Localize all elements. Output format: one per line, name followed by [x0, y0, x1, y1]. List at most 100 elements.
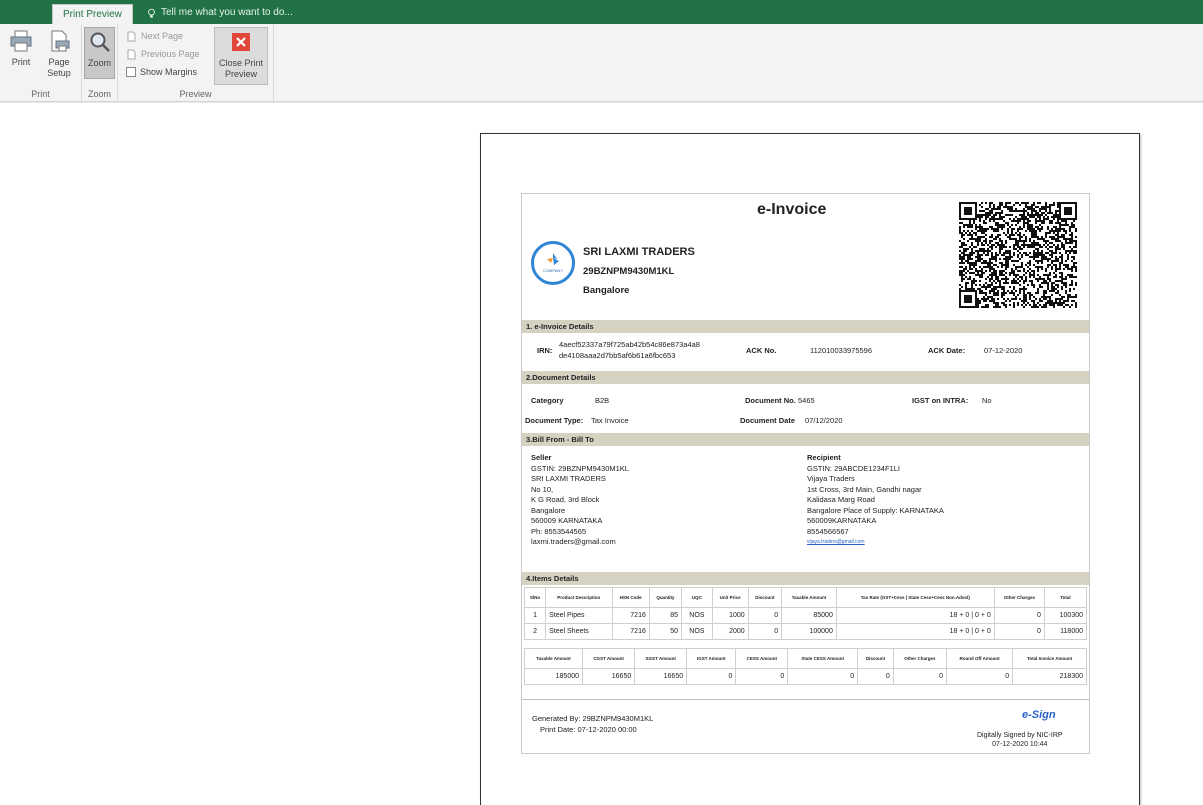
irn-label: IRN: [537, 346, 553, 355]
magnifier-icon [90, 32, 110, 52]
seller-line: No 10, [531, 484, 554, 494]
table-cell: 2000 [711, 623, 749, 640]
table-cell: Steel Pipes [545, 607, 613, 624]
next-page-icon [127, 31, 136, 41]
show-margins-checkbox[interactable]: Show Margins [126, 64, 197, 80]
esign-label: e-Sign [1022, 709, 1056, 721]
checkbox-icon [126, 67, 136, 77]
totals-column-header: Taxable Amount [524, 648, 583, 669]
signature-block: Digitally Signed by NIC-IRP 07-12-2020 1… [977, 731, 1063, 749]
recipient-line: 8554566567 [807, 526, 849, 536]
igst-on-intra-label: IGST on INTRA: [912, 396, 969, 405]
seller-line: Bangalore [531, 505, 566, 515]
table-cell: 18 + 0 | 0 + 0 [835, 623, 995, 640]
recipient-heading: Recipient [807, 453, 841, 462]
page-setup-button[interactable]: Page Setup [42, 27, 76, 79]
footer-divider [522, 699, 1089, 700]
ribbon-tab-bar: Print Preview Tell me what you want to d… [0, 0, 1203, 24]
document-type-label: Document Type: [525, 416, 584, 425]
e-invoice: e-Invoice COMPANY SRI LAXMI TRADERS 29BZ… [521, 193, 1090, 754]
ribbon: Print Page Setup Print Zoom Zoom Next Pa… [0, 24, 1203, 102]
section-document-details: 2.Document Details [522, 371, 1089, 384]
totals-column-header: CESS Amount [735, 648, 789, 669]
tell-me-text: Tell me what you want to do... [161, 7, 293, 18]
totals-cell: 0 [945, 668, 1014, 685]
tell-me-box[interactable]: Tell me what you want to do... [146, 4, 293, 22]
totals-cell: 0 [892, 668, 947, 685]
table-row: 2 Steel Sheets 7216 50 NOS 2000 0 100000 18 + 0 … [523, 623, 1088, 640]
section-items-details: 4.Items Details [522, 572, 1089, 585]
next-page-button[interactable]: Next Page [126, 28, 183, 44]
show-margins-label: Show Margins [140, 67, 198, 77]
table-cell: 100300 [1043, 607, 1088, 624]
table-cell: 85 [648, 607, 683, 624]
seller-line: 560009 KARNATAKA [531, 516, 603, 525]
zoom-label: Zoom [87, 58, 111, 68]
seller-line: laxmi.traders@gmail.com [531, 537, 616, 546]
table-cell: 0 [993, 607, 1045, 624]
recipient-line: 1st Cross, 3rd Main, Gandhi nagar [807, 484, 922, 494]
print-label: Print [11, 57, 31, 67]
table-cell: 2 [523, 623, 547, 640]
totals-row: 185000 16650 16650 0 0 0 0 0 0 218300 [524, 668, 1087, 685]
items-column-header: SlNo [523, 587, 547, 608]
totals-column-header: SGST Amount [634, 648, 688, 669]
items-column-header: Discount [747, 587, 783, 608]
totals-cell: 0 [735, 668, 789, 685]
table-cell: 85000 [781, 607, 837, 624]
section-bill-from-to: 3.Bill From - Bill To [522, 433, 1089, 446]
previous-page-icon [127, 49, 136, 59]
recipient-line: Bangalore Place of Supply: KARNATAKA [807, 505, 944, 515]
recipient-line: 560009KARNATAKA [807, 516, 877, 525]
group-print: Print Page Setup Print [0, 24, 82, 102]
previous-page-label: Previous Page [141, 49, 200, 59]
totals-table: Taxable Amount CGST Amount SGST Amount IGST… [524, 648, 1087, 685]
logo-text: COMPANY [543, 268, 563, 273]
irn-line-2: de4108aaa2d7bb5af6b61a6fbc653 [559, 351, 676, 360]
ack-no-label: ACK No. [746, 346, 777, 355]
print-button[interactable]: Print [6, 27, 36, 68]
totals-column-header: Other Charges [892, 648, 947, 669]
close-print-preview-button[interactable]: Close Print Preview [214, 27, 268, 85]
previous-page-button[interactable]: Previous Page [126, 46, 200, 62]
recipient-email-link[interactable]: vijaya.traders@gmail.com [807, 537, 944, 548]
zoom-button[interactable]: Zoom [84, 27, 115, 79]
items-column-header: HSN Code [611, 587, 650, 608]
table-cell: 18 + 0 | 0 + 0 [835, 607, 995, 624]
table-row: 1 Steel Pipes 7216 85 NOS 1000 0 85000 18 + 0 | … [523, 607, 1088, 624]
table-cell: 50 [648, 623, 683, 640]
company-city: Bangalore [583, 285, 630, 296]
table-cell: Steel Sheets [545, 623, 613, 640]
group-print-label: Print [31, 89, 50, 99]
items-column-header: Product Description [545, 587, 613, 608]
items-column-header: UQC [681, 587, 713, 608]
print-date: Print Date: 07-12-2020 00:00 [540, 725, 637, 734]
items-column-header: Total [1043, 587, 1088, 608]
close-icon [232, 33, 250, 51]
table-cell: NOS [681, 607, 713, 624]
group-zoom-label: Zoom [87, 89, 111, 99]
totals-cell: 218300 [1012, 668, 1087, 685]
company-logo: COMPANY [531, 241, 575, 285]
totals-cell: 16650 [581, 668, 636, 685]
page-setup-icon [51, 30, 70, 52]
totals-column-header: Discount [857, 648, 894, 669]
recipient-line: GSTIN: 29ABCDE1234F1LI [807, 463, 900, 473]
recipient-block: Recipient GSTIN: 29ABCDE1234F1LI Vijaya … [807, 453, 944, 548]
items-column-header: Other Charges [993, 587, 1045, 608]
table-cell: 0 [747, 607, 783, 624]
seller-line: K G Road, 3rd Block [531, 495, 600, 504]
signed-at: 07-12-2020 10:44 [992, 741, 1048, 748]
category-label: Category [531, 396, 564, 405]
company-name: SRI LAXMI TRADERS [583, 246, 695, 258]
file-tab[interactable] [0, 0, 50, 24]
totals-column-header: IGST Amount [686, 648, 737, 669]
items-table: SlNo Product Description HSN Code Quantity U… [523, 587, 1088, 640]
tab-print-preview[interactable]: Print Preview [52, 4, 133, 24]
signed-by: Digitally Signed by NIC-IRP [977, 732, 1063, 739]
seller-block: Seller GSTIN: 29BZNPM9430M1KL SRI LAXMI … [531, 453, 629, 548]
table-cell: 100000 [781, 623, 837, 640]
invoice-title: e-Invoice [757, 201, 827, 218]
table-cell: 0 [747, 623, 783, 640]
igst-on-intra-value: No [982, 396, 992, 405]
